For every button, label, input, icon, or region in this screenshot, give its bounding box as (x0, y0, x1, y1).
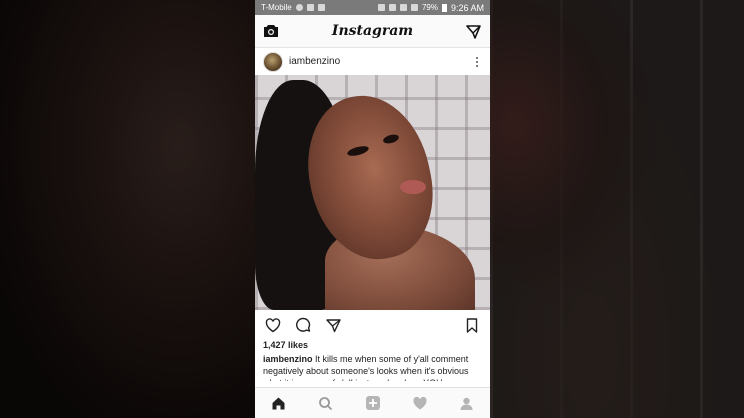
bottom-navigation (255, 387, 490, 418)
nfc-icon (377, 4, 385, 11)
search-icon[interactable] (316, 393, 336, 413)
carrier-label: T-Mobile (261, 3, 292, 12)
bookmark-icon[interactable] (462, 315, 482, 335)
youtube-icon (306, 4, 314, 11)
status-bar: T-Mobile 79% 9:26 AM (255, 0, 490, 15)
instagram-logo: Instagram (331, 23, 414, 39)
avatar[interactable] (263, 51, 283, 72)
direct-message-icon[interactable] (466, 23, 482, 39)
likes-count[interactable]: 1,427 likes (255, 340, 490, 351)
post-caption: iambenzino It kills me when some of y'al… (255, 351, 490, 381)
status-left: T-Mobile (261, 3, 325, 12)
post-image[interactable] (255, 75, 490, 310)
status-time: 9:26 AM (450, 2, 484, 13)
notification-icon (317, 4, 325, 11)
wifi-icon (399, 4, 407, 11)
home-icon[interactable] (269, 393, 289, 413)
profile-icon[interactable] (457, 393, 477, 413)
notification-icon (295, 4, 303, 11)
post-actions (255, 310, 490, 340)
status-right: 79% 9:26 AM (377, 2, 484, 13)
app-header: Instagram (255, 15, 490, 48)
signal-icon (410, 4, 418, 11)
mute-icon (388, 4, 396, 11)
post-header: iambenzino (255, 48, 490, 75)
caption-username[interactable]: iambenzino (263, 354, 313, 364)
heart-outline-icon[interactable] (263, 315, 283, 335)
send-icon[interactable] (323, 315, 343, 335)
comment-icon[interactable] (293, 315, 313, 335)
image-lips (400, 180, 426, 194)
battery-percent: 79% (421, 3, 438, 12)
add-post-icon[interactable] (363, 393, 383, 413)
post-username[interactable]: iambenzino (289, 56, 466, 67)
phone-screen: T-Mobile 79% 9:26 AM Instagram iambenzin… (255, 0, 490, 418)
activity-heart-icon[interactable] (410, 393, 430, 413)
battery-icon (441, 3, 447, 12)
more-options-icon[interactable] (472, 56, 482, 67)
camera-icon[interactable] (263, 23, 279, 39)
